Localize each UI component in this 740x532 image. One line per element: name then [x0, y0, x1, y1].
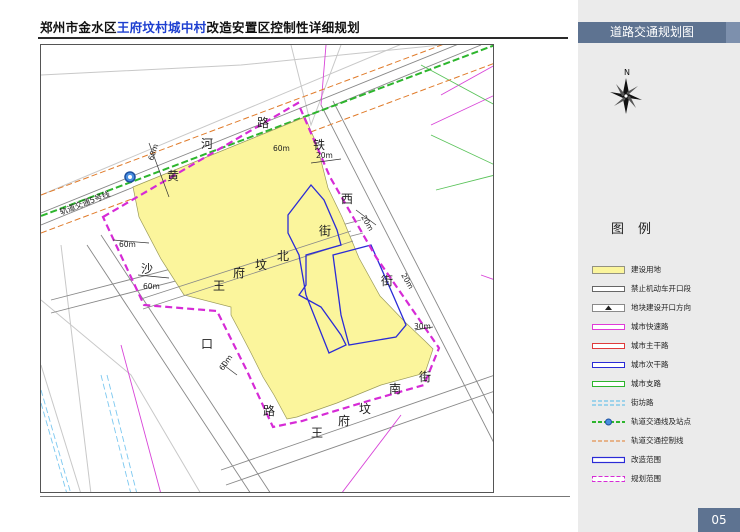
road-name-wfn: 王 [213, 279, 225, 293]
width-label: 60m [143, 282, 160, 291]
branch-road-line [435, 175, 493, 191]
legend-label: 地块建设开口方向 [631, 303, 691, 312]
road-name-wfs: 府 [338, 413, 350, 428]
title-district: 郑州市金水区 [40, 20, 117, 35]
lane-line [41, 402, 67, 492]
secondary-swatch-icon [592, 361, 625, 368]
legend-label: 轨道交通线及站点 [631, 417, 691, 426]
road-name-huanghe: 黄 [167, 169, 179, 183]
legend-item-planning: 规划范围 [592, 469, 732, 488]
legend-item-expressway: 城市快速路 [592, 317, 732, 336]
rail-control-swatch-icon [592, 440, 625, 441]
map-type-header: 道路交通规划图 [578, 22, 726, 43]
legend-label: 城市快速路 [631, 322, 669, 331]
road-name-huanghe: 路 [257, 115, 269, 130]
land-swatch-icon [592, 265, 625, 274]
lane-line [106, 374, 137, 492]
road-name-huanghe: 河 [201, 137, 213, 151]
title-plan-name: 改造安置区控制性详细规划 [206, 20, 361, 35]
expressway-line [120, 344, 161, 492]
road-name-tiexi: 西 [341, 192, 353, 206]
width-label: 30m [414, 322, 431, 331]
north-arrow-icon: N [610, 68, 642, 114]
lane-swatch-icon [592, 400, 625, 405]
width-label: 60m [217, 353, 234, 372]
gray-road-edge [60, 244, 92, 492]
rail-station-swatch-icon [592, 418, 625, 425]
page-number: 05 [698, 508, 740, 532]
road-name-wfs: 街 [419, 370, 431, 384]
expressway-line [480, 274, 493, 280]
legend-item-renewal: 改造范围 [592, 450, 732, 469]
legend-item-rail: 轨道交通线及站点 [592, 412, 732, 431]
arterial-swatch-icon [592, 342, 625, 349]
legend-item-land: 建设用地 [592, 260, 732, 279]
construction-land [132, 116, 434, 420]
noentry-swatch-icon [592, 285, 625, 292]
legend-label: 规划范围 [631, 474, 661, 483]
width-label: 60m [273, 144, 290, 153]
width-label: 20m [316, 151, 333, 160]
road-name-wfs: 坟 [359, 402, 371, 416]
legend-title: 图例 [610, 222, 665, 237]
legend-item-railcontrol: 轨道交通控制线 [592, 431, 732, 450]
title-rule [38, 37, 568, 39]
legend-item-branch: 城市支路 [592, 374, 732, 393]
road-name-wfn: 府 [233, 265, 245, 280]
road-name-wfn: 坟 [255, 258, 267, 272]
legend-item-noentry: 禁止机动车开口段 [592, 279, 732, 298]
legend-label: 改造范围 [631, 455, 661, 464]
width-label: 20m [399, 272, 415, 291]
road-name-tiexi: 街 [381, 274, 393, 288]
map-frame: 60m 20m 60m 60m 60m 30m 20m 20m 60m 黄 河 … [40, 44, 494, 493]
lane-line [41, 389, 71, 492]
legend: 建设用地 禁止机动车开口段 地块建设开口方向 城市快速路 城市主干路 城市次干路… [592, 260, 732, 488]
road-name-wfn: 北 [277, 249, 289, 263]
entrance-arrow-icon [592, 303, 625, 312]
branch-swatch-icon [592, 380, 625, 387]
lane-line [100, 374, 131, 492]
bottom-rule [40, 496, 570, 497]
plan-title: 郑州市金水区王府坟村城中村改造安置区控制性详细规划 [40, 17, 360, 36]
road-name-tiexi: 铁 [313, 138, 325, 152]
road-name-wfs: 南 [389, 381, 401, 396]
renewal-swatch-icon [592, 456, 625, 463]
width-label: 60m [146, 143, 160, 162]
road-name-shakou: 路 [263, 403, 275, 418]
legend-label: 街坊路 [631, 398, 654, 407]
road-plan-map: 60m 20m 60m 60m 60m 30m 20m 20m 60m 黄 河 … [41, 45, 493, 492]
expressway-swatch-icon [592, 323, 625, 330]
north-label: N [624, 68, 630, 77]
legend-label: 城市主干路 [631, 341, 669, 350]
width-label: 20m [359, 214, 375, 233]
road-name-shakou: 口 [201, 337, 213, 351]
header-accent [726, 22, 740, 43]
gray-road-edge [41, 299, 201, 492]
legend-item-lane: 街坊路 [592, 393, 732, 412]
side-panel: 道路交通规划图 N 图例 建设用地 禁止机动车开口段 地块建设开口方向 城市快速… [578, 0, 740, 532]
branch-road-line [420, 64, 493, 105]
rail-station-core [128, 175, 132, 179]
road-name-shakou: 沙 [141, 262, 153, 276]
legend-label: 轨道交通控制线 [631, 436, 684, 445]
legend-label: 城市支路 [631, 379, 661, 388]
legend-item-secondary: 城市次干路 [592, 355, 732, 374]
road-name-wfs: 王 [311, 426, 323, 440]
width-label: 60m [119, 240, 136, 249]
expressway-line [320, 45, 327, 106]
legend-label: 城市次干路 [631, 360, 669, 369]
title-village: 王府坟村城中村 [116, 20, 207, 35]
road-name-wfn: 街 [319, 224, 331, 238]
legend-item-entrance: 地块建设开口方向 [592, 298, 732, 317]
legend-label: 建设用地 [631, 265, 661, 274]
legend-item-arterial: 城市主干路 [592, 336, 732, 355]
planning-swatch-icon [592, 475, 625, 482]
legend-label: 禁止机动车开口段 [631, 284, 691, 293]
gray-road-edge [41, 45, 442, 76]
branch-road-line [430, 134, 493, 165]
